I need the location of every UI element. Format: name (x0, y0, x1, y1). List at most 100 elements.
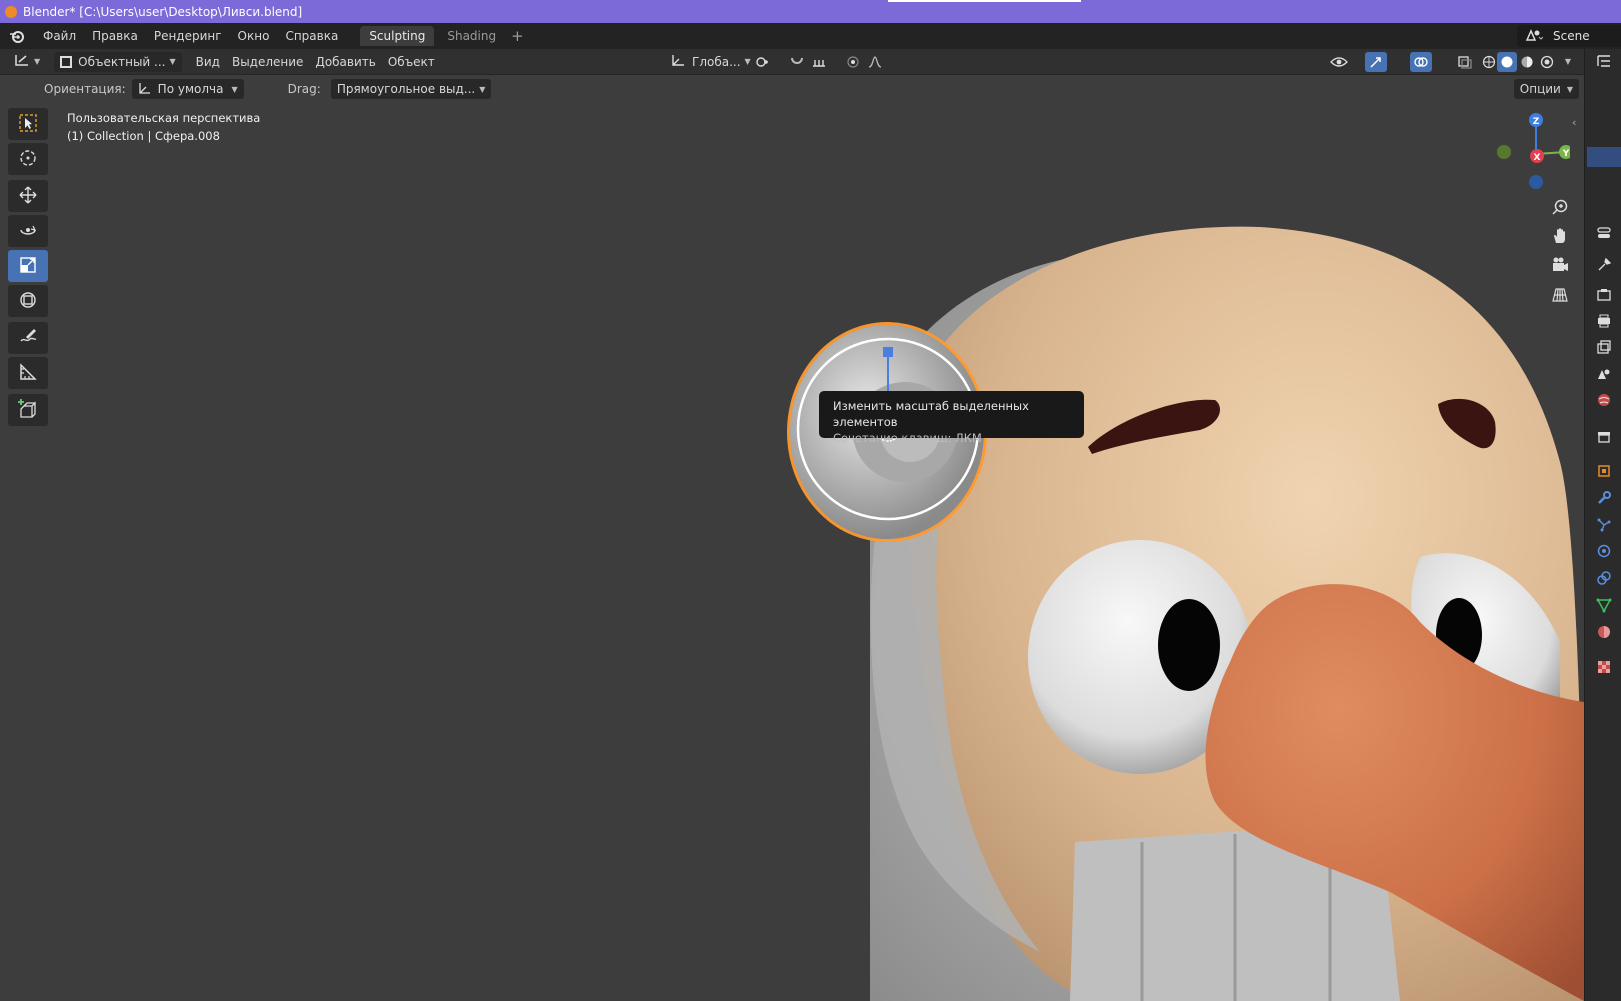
modifier-wrench-icon[interactable] (1596, 490, 1612, 506)
rotate-tool[interactable] (8, 215, 48, 247)
scene-render (787, 226, 1584, 1001)
overlays-toggle-icon[interactable] (1410, 51, 1432, 72)
menu-edit[interactable]: Правка (84, 29, 146, 43)
add-cube-icon (17, 398, 39, 423)
3d-viewport[interactable]: Пользовательская перспектива (1) Collect… (0, 102, 1584, 1001)
menu-help[interactable]: Справка (277, 29, 346, 43)
editor-type-button[interactable]: ▼ (8, 52, 46, 72)
tab-sculpting[interactable]: Sculpting (360, 26, 435, 46)
shading-rendered-icon[interactable] (1537, 52, 1557, 72)
cursor-icon (18, 148, 38, 171)
tooltip-title: Изменить масштаб выделенных элементов (833, 399, 1029, 429)
annotate-pencil-icon (18, 327, 38, 350)
camera-view-icon[interactable] (1547, 252, 1573, 278)
gizmo-x-label: X (1534, 153, 1541, 163)
scene-properties-icon[interactable] (1596, 366, 1612, 382)
shading-material-icon[interactable] (1517, 52, 1537, 72)
menu-select[interactable]: Выделение (226, 52, 309, 72)
measure-tool[interactable] (8, 357, 48, 389)
add-workspace-icon[interactable]: + (505, 27, 530, 45)
menu-add[interactable]: Добавить (309, 52, 381, 72)
mesh-data-icon[interactable] (1596, 597, 1612, 613)
scale-tool[interactable] (8, 250, 48, 282)
tab-shading[interactable]: Shading (438, 26, 505, 46)
mode-selector[interactable]: Объектный ... ▼ (54, 51, 182, 72)
menu-view[interactable]: Вид (190, 52, 226, 72)
move-tool[interactable] (8, 180, 48, 212)
collection-label: (1) Collection | Сфера.008 (67, 129, 220, 143)
chevron-down-icon: ▼ (744, 57, 751, 66)
material-sphere-icon[interactable] (1596, 624, 1612, 640)
add-cube-tool[interactable] (8, 394, 48, 426)
gizmo-toggle-icon[interactable] (1365, 51, 1387, 72)
snap-target-icon[interactable] (808, 52, 830, 72)
transform-orientation-dropdown[interactable]: Глоба... ▼ (664, 52, 757, 72)
sidebar-toggle-chevron-icon[interactable]: ‹ (1572, 116, 1576, 129)
cursor-tool[interactable] (8, 143, 48, 175)
xray-toggle-icon[interactable] (1454, 52, 1476, 72)
properties-tab-strip (1584, 49, 1621, 1001)
select-box-icon (18, 113, 38, 136)
render-camera-icon[interactable] (1596, 287, 1612, 303)
output-printer-icon[interactable] (1596, 313, 1612, 329)
select-box-tool[interactable] (8, 108, 48, 140)
snap-toggle-icon[interactable] (786, 52, 808, 72)
collection-box-icon[interactable] (1596, 429, 1612, 445)
move-icon (18, 185, 38, 208)
menu-object[interactable]: Объект (382, 52, 441, 72)
orientation-value: По умолча (157, 82, 224, 96)
pan-hand-icon[interactable] (1547, 223, 1573, 249)
viewport-info: Пользовательская перспектива (1) Collect… (67, 109, 260, 145)
title-bar-highlight (888, 0, 1081, 2)
transform-orientation-label: Глоба... (692, 54, 741, 69)
chevron-down-icon: ▼ (34, 57, 41, 66)
mode-label: Объектный ... (78, 54, 166, 69)
proportional-edit-icon[interactable] (842, 52, 864, 72)
orientation-icon (138, 82, 152, 97)
zoom-icon[interactable] (1547, 194, 1573, 220)
tool-settings-bar: Ориентация: По умолча ▼ Drag: Прямоугольн… (0, 76, 1584, 102)
tool-wrench-icon[interactable] (1596, 257, 1612, 273)
drag-dropdown[interactable]: Прямоугольное выд... ▼ (330, 79, 492, 99)
perspective-grid-icon[interactable] (1547, 282, 1573, 308)
orientation-dropdown[interactable]: По умолча ▼ (131, 79, 244, 99)
physics-icon[interactable] (1596, 543, 1612, 559)
outliner-icon[interactable] (1596, 53, 1612, 69)
top-menubar: Файл Правка Рендеринг Окно Справка Sculp… (0, 23, 1621, 49)
tooltip: Изменить масштаб выделенных элементов Со… (819, 391, 1084, 445)
chevron-down-icon: ▼ (169, 57, 176, 66)
chevron-down-icon: ▼ (479, 84, 486, 94)
constraints-icon[interactable] (1596, 570, 1612, 586)
gizmo-y-label: Y (1562, 149, 1570, 159)
window-title: Blender* [C:\Users\user\Desktop\Ливси.bl… (23, 4, 303, 19)
world-globe-icon[interactable] (1596, 392, 1612, 408)
ruler-icon (18, 362, 38, 385)
menu-file[interactable]: Файл (35, 29, 84, 43)
shading-solid-icon[interactable] (1497, 51, 1517, 72)
options-dropdown[interactable]: Опции ▼ (1513, 79, 1579, 99)
scene-selector[interactable]: Scene (1517, 25, 1621, 47)
transform-icon (18, 290, 38, 313)
view-layer-icon[interactable] (1596, 339, 1612, 355)
visibility-eye-icon[interactable] (1328, 52, 1350, 72)
menu-window[interactable]: Окно (230, 29, 278, 43)
shading-options-chevron-icon[interactable]: ▼ (1557, 52, 1575, 72)
object-properties-icon[interactable] (1596, 463, 1612, 479)
editor-type-icon (14, 53, 30, 70)
blender-menu-icon[interactable] (9, 28, 25, 44)
transform-tool[interactable] (8, 285, 48, 317)
falloff-curve-icon[interactable] (864, 52, 886, 72)
pivot-point-icon[interactable] (752, 52, 774, 72)
tooltip-shortcut: Сочетание клавиш: ЛКМ (833, 431, 982, 445)
texture-checker-icon[interactable] (1596, 659, 1612, 675)
orientation-label: Ориентация: (44, 82, 126, 96)
orientation-axes-icon (670, 53, 686, 70)
annotate-tool[interactable] (8, 322, 48, 354)
particles-icon[interactable] (1596, 517, 1612, 533)
tool-settings-icon[interactable] (1596, 225, 1612, 241)
outliner-selected-row[interactable] (1587, 147, 1621, 167)
window-title-bar: Blender* [C:\Users\user\Desktop\Ливси.bl… (0, 0, 1621, 23)
navigation-gizmo[interactable]: Z Y X (1490, 112, 1573, 192)
chevron-down-icon: ▼ (231, 84, 238, 94)
menu-render[interactable]: Рендеринг (146, 29, 230, 43)
